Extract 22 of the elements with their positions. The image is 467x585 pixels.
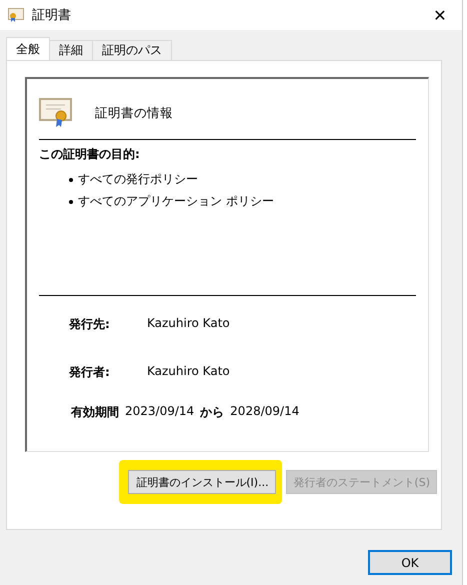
field-label: から <box>200 404 224 421</box>
bullet-icon <box>69 200 73 204</box>
field-value: Kazuhiro Kato <box>147 364 230 380</box>
tab[interactable]: 全般 <box>6 37 50 60</box>
ok-button[interactable]: OK <box>368 550 452 575</box>
field-label: 発行先: <box>69 316 111 333</box>
tab[interactable]: 証明のパス <box>92 40 172 60</box>
field-value: Kazuhiro Kato <box>147 316 230 332</box>
window-title: 証明書 <box>32 7 71 24</box>
certificate-icon <box>8 8 24 22</box>
purpose-item: すべての発行ポリシー <box>78 171 198 188</box>
action-button[interactable]: 証明書のインストール(I)... <box>128 470 276 494</box>
purpose-title: この証明書の目的: <box>39 146 141 163</box>
bullet-icon <box>69 178 73 182</box>
field-label: 発行者: <box>69 364 111 381</box>
date-value: 2028/09/14 <box>230 404 300 420</box>
close-button[interactable]: ✕ <box>418 0 462 30</box>
purpose-item: すべてのアプリケーション ポリシー <box>78 193 274 210</box>
section-heading: 証明書の情報 <box>95 104 173 122</box>
date-value: 2023/09/14 <box>125 404 194 420</box>
certificate-icon <box>39 98 75 128</box>
field-label: 有効期間 <box>71 404 119 421</box>
